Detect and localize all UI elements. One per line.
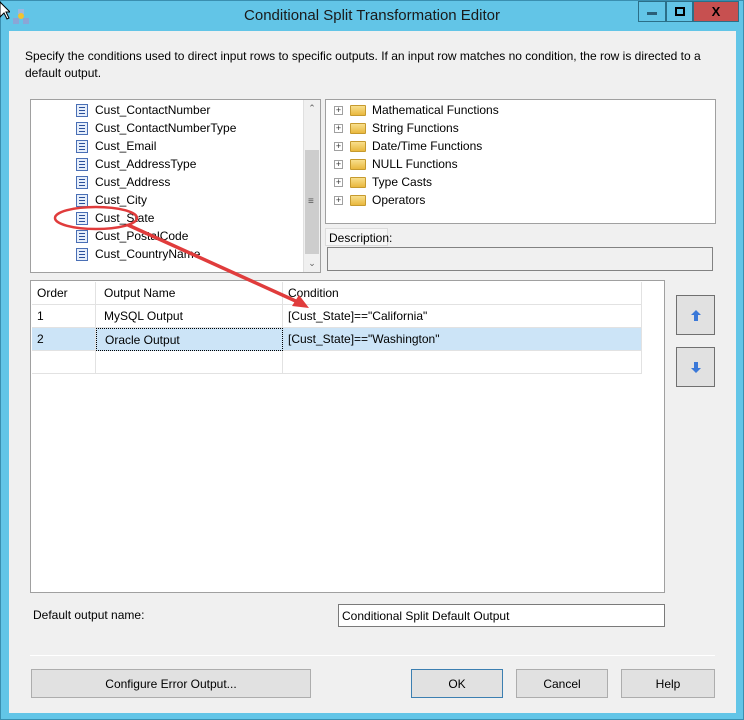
move-up-button[interactable]: [676, 295, 715, 335]
grid-header-row: Order Output Name Condition: [32, 282, 642, 305]
function-category[interactable]: + Date/Time Functions: [334, 137, 482, 155]
close-icon: X: [711, 4, 721, 19]
window-title: Conditional Split Transformation Editor: [244, 7, 500, 24]
column-item[interactable]: Cust_CountryName: [76, 245, 200, 263]
folder-icon: [350, 176, 366, 188]
condition-cell[interactable]: [Cust_State]=="Washington": [283, 328, 642, 351]
expand-icon[interactable]: +: [334, 141, 343, 151]
close-button[interactable]: X: [693, 1, 739, 22]
order-cell[interactable]: 1: [32, 305, 96, 328]
condition-cell[interactable]: [283, 351, 642, 374]
column-icon: [76, 103, 88, 117]
column-icon: [76, 121, 88, 135]
column-icon: [76, 157, 88, 171]
expand-icon[interactable]: +: [334, 195, 343, 205]
columns-scrollbar[interactable]: ⌃ ≡ ⌄: [303, 100, 320, 272]
table-row-selected[interactable]: 2 Oracle Output [Cust_State]=="Washingto…: [32, 328, 642, 351]
expand-icon[interactable]: +: [334, 105, 343, 115]
cancel-button[interactable]: Cancel: [516, 669, 608, 698]
column-item-cust-state[interactable]: Cust_State: [76, 209, 154, 227]
folder-icon: [350, 104, 366, 116]
maximize-button[interactable]: [666, 1, 693, 22]
configure-error-output-button[interactable]: Configure Error Output...: [31, 669, 311, 698]
scroll-down-icon[interactable]: ⌄: [304, 255, 320, 271]
title-bar[interactable]: Conditional Split Transformation Editor …: [1, 1, 743, 31]
function-category[interactable]: + String Functions: [334, 119, 459, 137]
function-category[interactable]: + Mathematical Functions: [334, 101, 499, 119]
column-icon: [76, 229, 88, 243]
condition-cell[interactable]: [Cust_State]=="California": [283, 305, 642, 328]
order-cell[interactable]: [32, 351, 96, 374]
function-category[interactable]: + Type Casts: [334, 173, 432, 191]
folder-icon: [350, 122, 366, 134]
column-item[interactable]: Cust_Email: [76, 137, 156, 155]
minimize-icon: [647, 12, 657, 15]
arrow-up-icon: [690, 309, 701, 321]
column-item[interactable]: Cust_PostalCode: [76, 227, 188, 245]
grip-icon: ≡: [308, 196, 314, 207]
header-condition[interactable]: Condition: [283, 282, 642, 305]
column-item[interactable]: Cust_AddressType: [76, 155, 196, 173]
default-output-label: Default output name:: [33, 608, 145, 622]
expand-icon[interactable]: +: [334, 177, 343, 187]
help-button[interactable]: Help: [621, 669, 715, 698]
scrollbar-thumb[interactable]: ≡: [305, 150, 319, 254]
maximize-icon: [674, 7, 685, 16]
output-name-cell[interactable]: Oracle Output: [96, 328, 283, 351]
header-order[interactable]: Order: [32, 282, 96, 305]
header-output-name[interactable]: Output Name: [96, 282, 283, 305]
functions-tree[interactable]: + Mathematical Functions + String Function…: [325, 99, 716, 224]
arrow-down-icon: [690, 361, 701, 373]
divider: [30, 655, 715, 656]
instructions-text: Specify the conditions used to direct in…: [25, 49, 701, 80]
output-name-cell[interactable]: MySQL Output: [96, 305, 283, 328]
input-columns-tree[interactable]: Cust_ContactNumber Cust_ContactNumberTyp…: [30, 99, 321, 273]
column-item[interactable]: Cust_City: [76, 191, 147, 209]
description-label: Description:: [325, 228, 392, 246]
function-category[interactable]: + Operators: [334, 191, 425, 209]
ok-button[interactable]: OK: [411, 669, 503, 698]
column-icon: [76, 247, 88, 261]
table-row-new[interactable]: [32, 351, 642, 374]
column-item[interactable]: Cust_ContactNumberType: [76, 119, 236, 137]
folder-icon: [350, 158, 366, 170]
function-category[interactable]: + NULL Functions: [334, 155, 458, 173]
folder-icon: [350, 140, 366, 152]
conditions-grid[interactable]: Order Output Name Condition 1 MySQL Outp…: [30, 280, 665, 593]
column-item[interactable]: Cust_Address: [76, 173, 170, 191]
column-icon: [76, 193, 88, 207]
mouse-cursor-icon: [0, 1, 10, 20]
expand-icon[interactable]: +: [334, 123, 343, 133]
description-box: [327, 247, 713, 271]
column-icon: [76, 211, 88, 225]
minimize-button[interactable]: [638, 1, 666, 22]
column-item[interactable]: Cust_ContactNumber: [76, 101, 210, 119]
default-output-name-input[interactable]: [338, 604, 665, 627]
folder-icon: [350, 194, 366, 206]
order-cell[interactable]: 2: [32, 328, 96, 351]
move-down-button[interactable]: [676, 347, 715, 387]
table-row[interactable]: 1 MySQL Output [Cust_State]=="California…: [32, 305, 642, 328]
scroll-up-icon[interactable]: ⌃: [304, 100, 320, 116]
column-icon: [76, 175, 88, 189]
expand-icon[interactable]: +: [334, 159, 343, 169]
output-name-cell[interactable]: [96, 351, 283, 374]
column-icon: [76, 139, 88, 153]
